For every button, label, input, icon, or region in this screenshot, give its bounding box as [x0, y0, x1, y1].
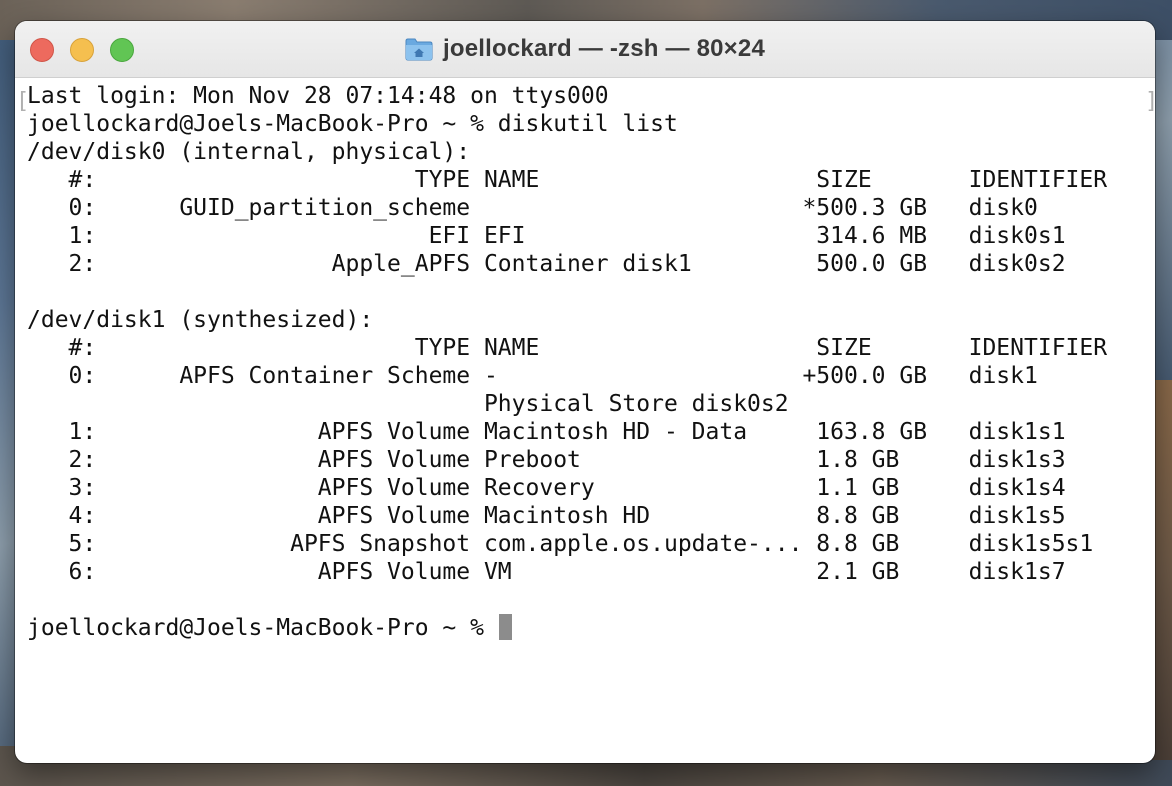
- terminal-line: joellockard@Joels-MacBook-Pro ~ %: [27, 614, 1147, 642]
- window-title-area: joellockard — -zsh — 80×24: [15, 21, 1155, 77]
- terminal-line: 2: APFS Volume Preboot 1.8 GB disk1s3: [27, 446, 1147, 474]
- terminal-line-text: #: TYPE NAME SIZE IDENTIFIER: [27, 335, 1108, 361]
- text-cursor: [498, 614, 512, 640]
- terminal-line: Physical Store disk0s2: [27, 390, 1147, 418]
- terminal-line: 2: Apple_APFS Container disk1 500.0 GB d…: [27, 250, 1147, 278]
- terminal-line: joellockard@Joels-MacBook-Pro ~ % diskut…: [27, 110, 1147, 138]
- mark-bracket-right: ]: [1145, 89, 1159, 114]
- terminal-line: #: TYPE NAME SIZE IDENTIFIER: [27, 334, 1147, 362]
- terminal-line: 1: EFI EFI 314.6 MB disk0s1: [27, 222, 1147, 250]
- terminal-line-text: joellockard@Joels-MacBook-Pro ~ %: [27, 615, 498, 641]
- terminal-line: 5: APFS Snapshot com.apple.os.update-...…: [27, 530, 1147, 558]
- terminal-line-text: 6: APFS Volume VM 2.1 GB disk1s7: [27, 559, 1066, 585]
- terminal-line-text: /dev/disk1 (synthesized):: [27, 307, 374, 333]
- terminal-line-text: 2: Apple_APFS Container disk1 500.0 GB d…: [27, 251, 1066, 277]
- terminal-line-text: Last login: Mon Nov 28 07:14:48 on ttys0…: [27, 83, 609, 109]
- window-titlebar[interactable]: joellockard — -zsh — 80×24: [15, 21, 1155, 78]
- terminal-line-text: Physical Store disk0s2: [27, 391, 789, 417]
- terminal-line-text: 5: APFS Snapshot com.apple.os.update-...…: [27, 531, 1094, 557]
- terminal-line-text: 1: EFI EFI 314.6 MB disk0s1: [27, 223, 1066, 249]
- terminal-line: 1: APFS Volume Macintosh HD - Data 163.8…: [27, 418, 1147, 446]
- terminal-line: 3: APFS Volume Recovery 1.1 GB disk1s4: [27, 474, 1147, 502]
- terminal-line-text: joellockard@Joels-MacBook-Pro ~ % diskut…: [27, 111, 678, 137]
- mark-bracket-left: [: [16, 89, 30, 114]
- desktop-wallpaper-right: [1152, 380, 1172, 760]
- terminal-line-text: /dev/disk0 (internal, physical):: [27, 139, 471, 165]
- terminal-line: 0: APFS Container Scheme - +500.0 GB dis…: [27, 362, 1147, 390]
- terminal-output[interactable]: Last login: Mon Nov 28 07:14:48 on ttys0…: [27, 82, 1147, 752]
- terminal-window[interactable]: joellockard — -zsh — 80×24 Last login: M…: [15, 21, 1155, 763]
- terminal-line: 4: APFS Volume Macintosh HD 8.8 GB disk1…: [27, 502, 1147, 530]
- terminal-line-text: 0: APFS Container Scheme - +500.0 GB dis…: [27, 363, 1038, 389]
- terminal-line: #: TYPE NAME SIZE IDENTIFIER: [27, 166, 1147, 194]
- terminal-line: 0: GUID_partition_scheme *500.3 GB disk0: [27, 194, 1147, 222]
- terminal-line-text: 0: GUID_partition_scheme *500.3 GB disk0: [27, 195, 1038, 221]
- terminal-line-text: 1: APFS Volume Macintosh HD - Data 163.8…: [27, 419, 1066, 445]
- terminal-line-text: 2: APFS Volume Preboot 1.8 GB disk1s3: [27, 447, 1066, 473]
- terminal-line: 6: APFS Volume VM 2.1 GB disk1s7: [27, 558, 1147, 586]
- terminal-line-text: 4: APFS Volume Macintosh HD 8.8 GB disk1…: [27, 503, 1066, 529]
- terminal-line: /dev/disk0 (internal, physical):: [27, 138, 1147, 166]
- terminal-line: Last login: Mon Nov 28 07:14:48 on ttys0…: [27, 82, 1147, 110]
- terminal-line: /dev/disk1 (synthesized):: [27, 306, 1147, 334]
- window-title: joellockard — -zsh — 80×24: [443, 35, 765, 62]
- home-folder-icon: [405, 37, 433, 61]
- terminal-line-text: 3: APFS Volume Recovery 1.1 GB disk1s4: [27, 475, 1066, 501]
- terminal-line-text: #: TYPE NAME SIZE IDENTIFIER: [27, 167, 1108, 193]
